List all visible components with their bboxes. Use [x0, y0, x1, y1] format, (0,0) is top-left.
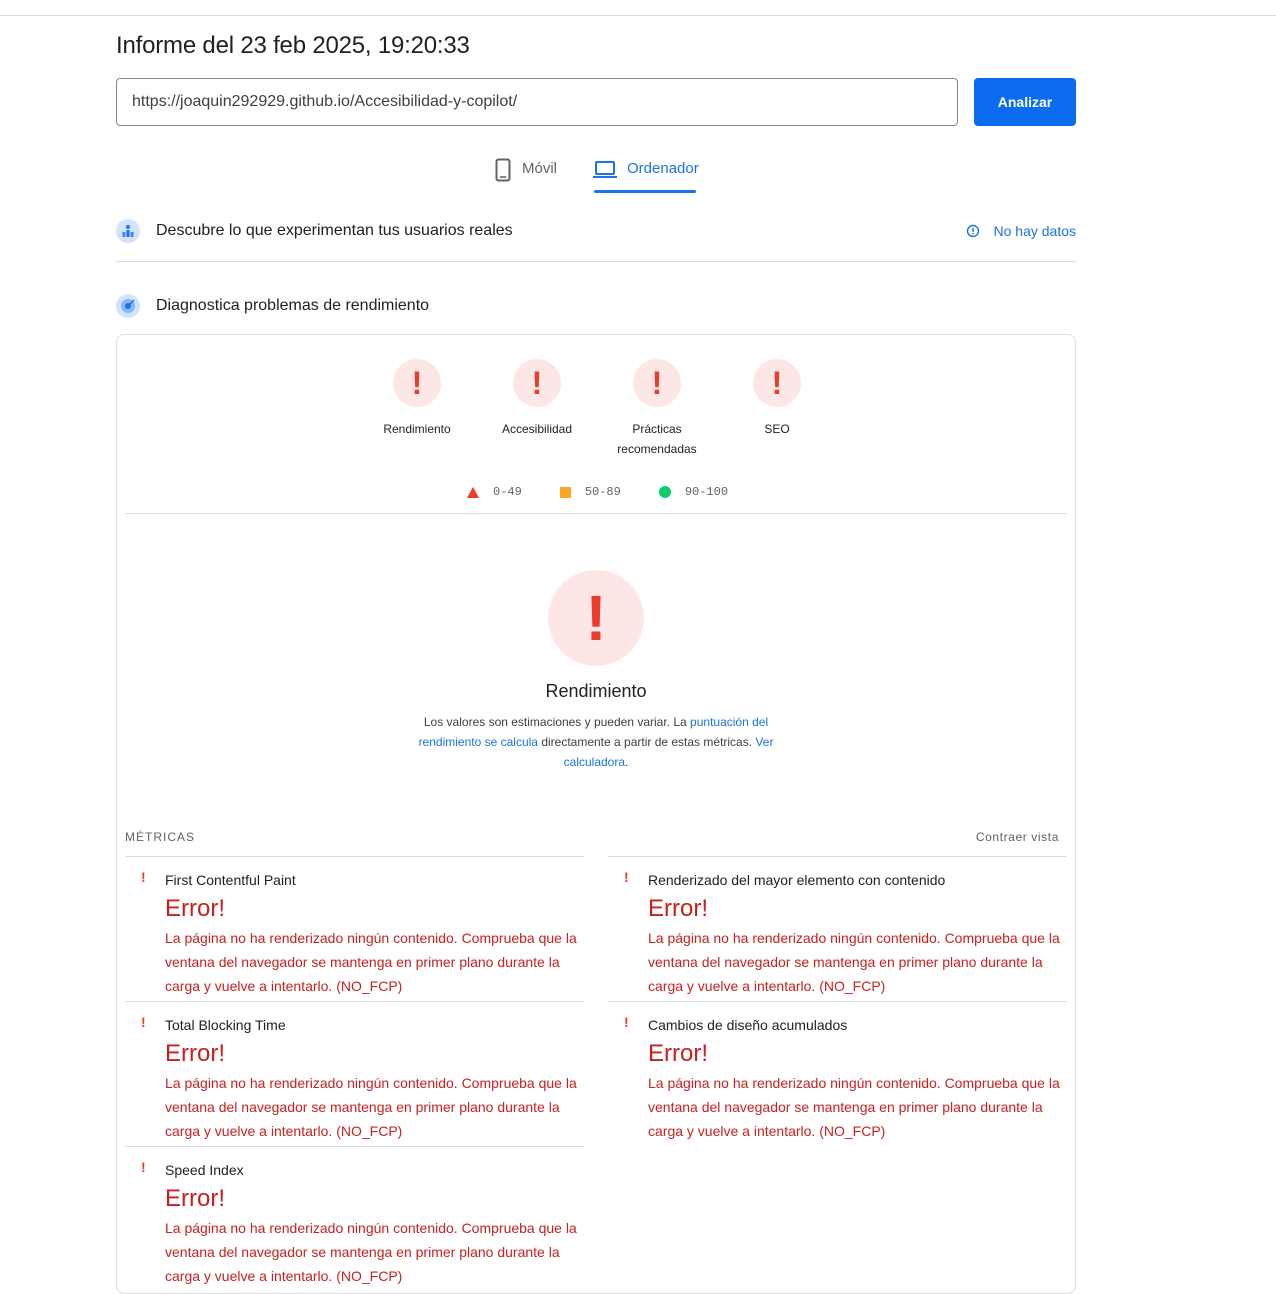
smartphone-icon: [495, 158, 511, 182]
legend-fail: 0-49: [467, 485, 522, 499]
gauge-seo[interactable]: ! SEO: [717, 359, 837, 439]
metric-tbt: ! Total Blocking Time Error! La página n…: [125, 1001, 584, 1143]
fail-marker-icon: !: [141, 1014, 146, 1030]
legend-average-range: 50-89: [584, 485, 621, 499]
metric-error: Error!: [165, 1040, 225, 1067]
fail-icon: !: [753, 359, 801, 407]
metric-error: Error!: [648, 1040, 708, 1067]
tab-mobile-label: Móvil: [522, 160, 558, 177]
fail-marker-icon: !: [141, 1159, 146, 1175]
metric-error: Error!: [648, 895, 708, 922]
metric-message: La página no ha renderizado ningún conte…: [648, 930, 1060, 994]
card-divider: [125, 513, 1067, 514]
score-legend: 0-49 50-89 90-100: [467, 485, 766, 499]
no-data-link[interactable]: No hay datos: [966, 223, 1077, 239]
legend-pass-range: 90-100: [684, 485, 729, 499]
square-icon: [559, 486, 571, 498]
performance-gauge-large: !: [548, 570, 644, 666]
field-data-title: Descubre lo que experimentan tus usuario…: [156, 222, 513, 239]
metric-message: La página no ha renderizado ningún conte…: [165, 1220, 577, 1284]
desc-text-3: .: [625, 755, 629, 769]
fail-marker-icon: !: [624, 869, 629, 885]
gauge-label: Rendimiento: [383, 422, 451, 436]
collapse-view-button[interactable]: Contraer vista: [976, 830, 1059, 844]
gauge-label: Prácticas recomendadas: [617, 422, 697, 456]
legend-pass: 90-100: [658, 485, 729, 499]
metric-error: Error!: [165, 1185, 225, 1212]
url-input[interactable]: [116, 78, 958, 126]
lab-data-title: Diagnostica problemas de rendimiento: [156, 297, 430, 314]
section-divider: [116, 261, 1076, 262]
active-tab-indicator: [594, 190, 696, 193]
circle-icon: [658, 486, 671, 498]
fail-icon: !: [393, 359, 441, 407]
users-icon: [116, 219, 140, 243]
metric-name: Cambios de diseño acumulados: [648, 1017, 848, 1033]
metric-fcp: ! First Contentful Paint Error! La págin…: [125, 856, 584, 998]
tab-desktop-label: Ordenador: [627, 160, 699, 177]
diagnostics-icon: [116, 294, 140, 318]
metric-lcp: ! Renderizado del mayor elemento con con…: [608, 856, 1067, 998]
metrics-heading: MÉTRICAS: [125, 830, 196, 844]
tab-desktop[interactable]: Ordenador: [593, 158, 699, 194]
legend-fail-range: 0-49: [493, 485, 522, 499]
triangle-icon: [467, 486, 479, 498]
metric-error: Error!: [165, 895, 225, 922]
desc-text-1: Los valores son estimaciones y pueden va…: [423, 715, 687, 729]
gauge-performance[interactable]: ! Rendimiento: [357, 359, 477, 439]
metric-si: ! Speed Index Error! La página no ha ren…: [125, 1146, 584, 1288]
metric-message: La página no ha renderizado ningún conte…: [648, 1075, 1060, 1139]
gauge-label: Accesibilidad: [501, 422, 573, 436]
field-data-section: Descubre lo que experimentan tus usuario…: [116, 217, 1076, 245]
metric-cls: ! Cambios de diseño acumulados Error! La…: [608, 1001, 1067, 1143]
no-data-label: No hay datos: [993, 223, 1077, 239]
fail-marker-icon: !: [141, 869, 146, 885]
info-icon: [966, 224, 979, 238]
gauge-label: SEO: [764, 422, 790, 436]
fail-icon: !: [513, 359, 561, 407]
metric-name: Speed Index: [165, 1162, 244, 1178]
lab-data-section: Diagnostica problemas de rendimiento: [116, 292, 1076, 320]
fail-icon: !: [633, 359, 681, 407]
performance-title: Rendimiento: [545, 681, 647, 701]
fail-marker-icon: !: [624, 1014, 629, 1030]
metric-name: Renderizado del mayor elemento con conte…: [648, 872, 946, 888]
laptop-icon: [593, 161, 617, 178]
metric-name: Total Blocking Time: [165, 1017, 286, 1033]
gauge-best-practices[interactable]: ! Prácticas recomendadas: [597, 359, 717, 459]
legend-average: 50-89: [559, 485, 621, 499]
metric-message: La página no ha renderizado ningún conte…: [165, 930, 577, 994]
performance-description: Los valores son estimaciones y pueden va…: [411, 712, 781, 772]
top-divider: [0, 15, 1276, 16]
desc-text-2: directamente a partir de estas métricas.: [541, 735, 753, 749]
metric-name: First Contentful Paint: [165, 872, 296, 888]
tab-mobile[interactable]: Móvil: [494, 158, 557, 194]
report-title: Informe del 23 feb 2025, 19:20:33: [116, 32, 470, 59]
analyze-button[interactable]: Analizar: [974, 78, 1076, 126]
report-card: ! Rendimiento ! Accesibilidad ! Práctica…: [116, 334, 1076, 1294]
metric-message: La página no ha renderizado ningún conte…: [165, 1075, 577, 1139]
gauge-accessibility[interactable]: ! Accesibilidad: [477, 359, 597, 439]
